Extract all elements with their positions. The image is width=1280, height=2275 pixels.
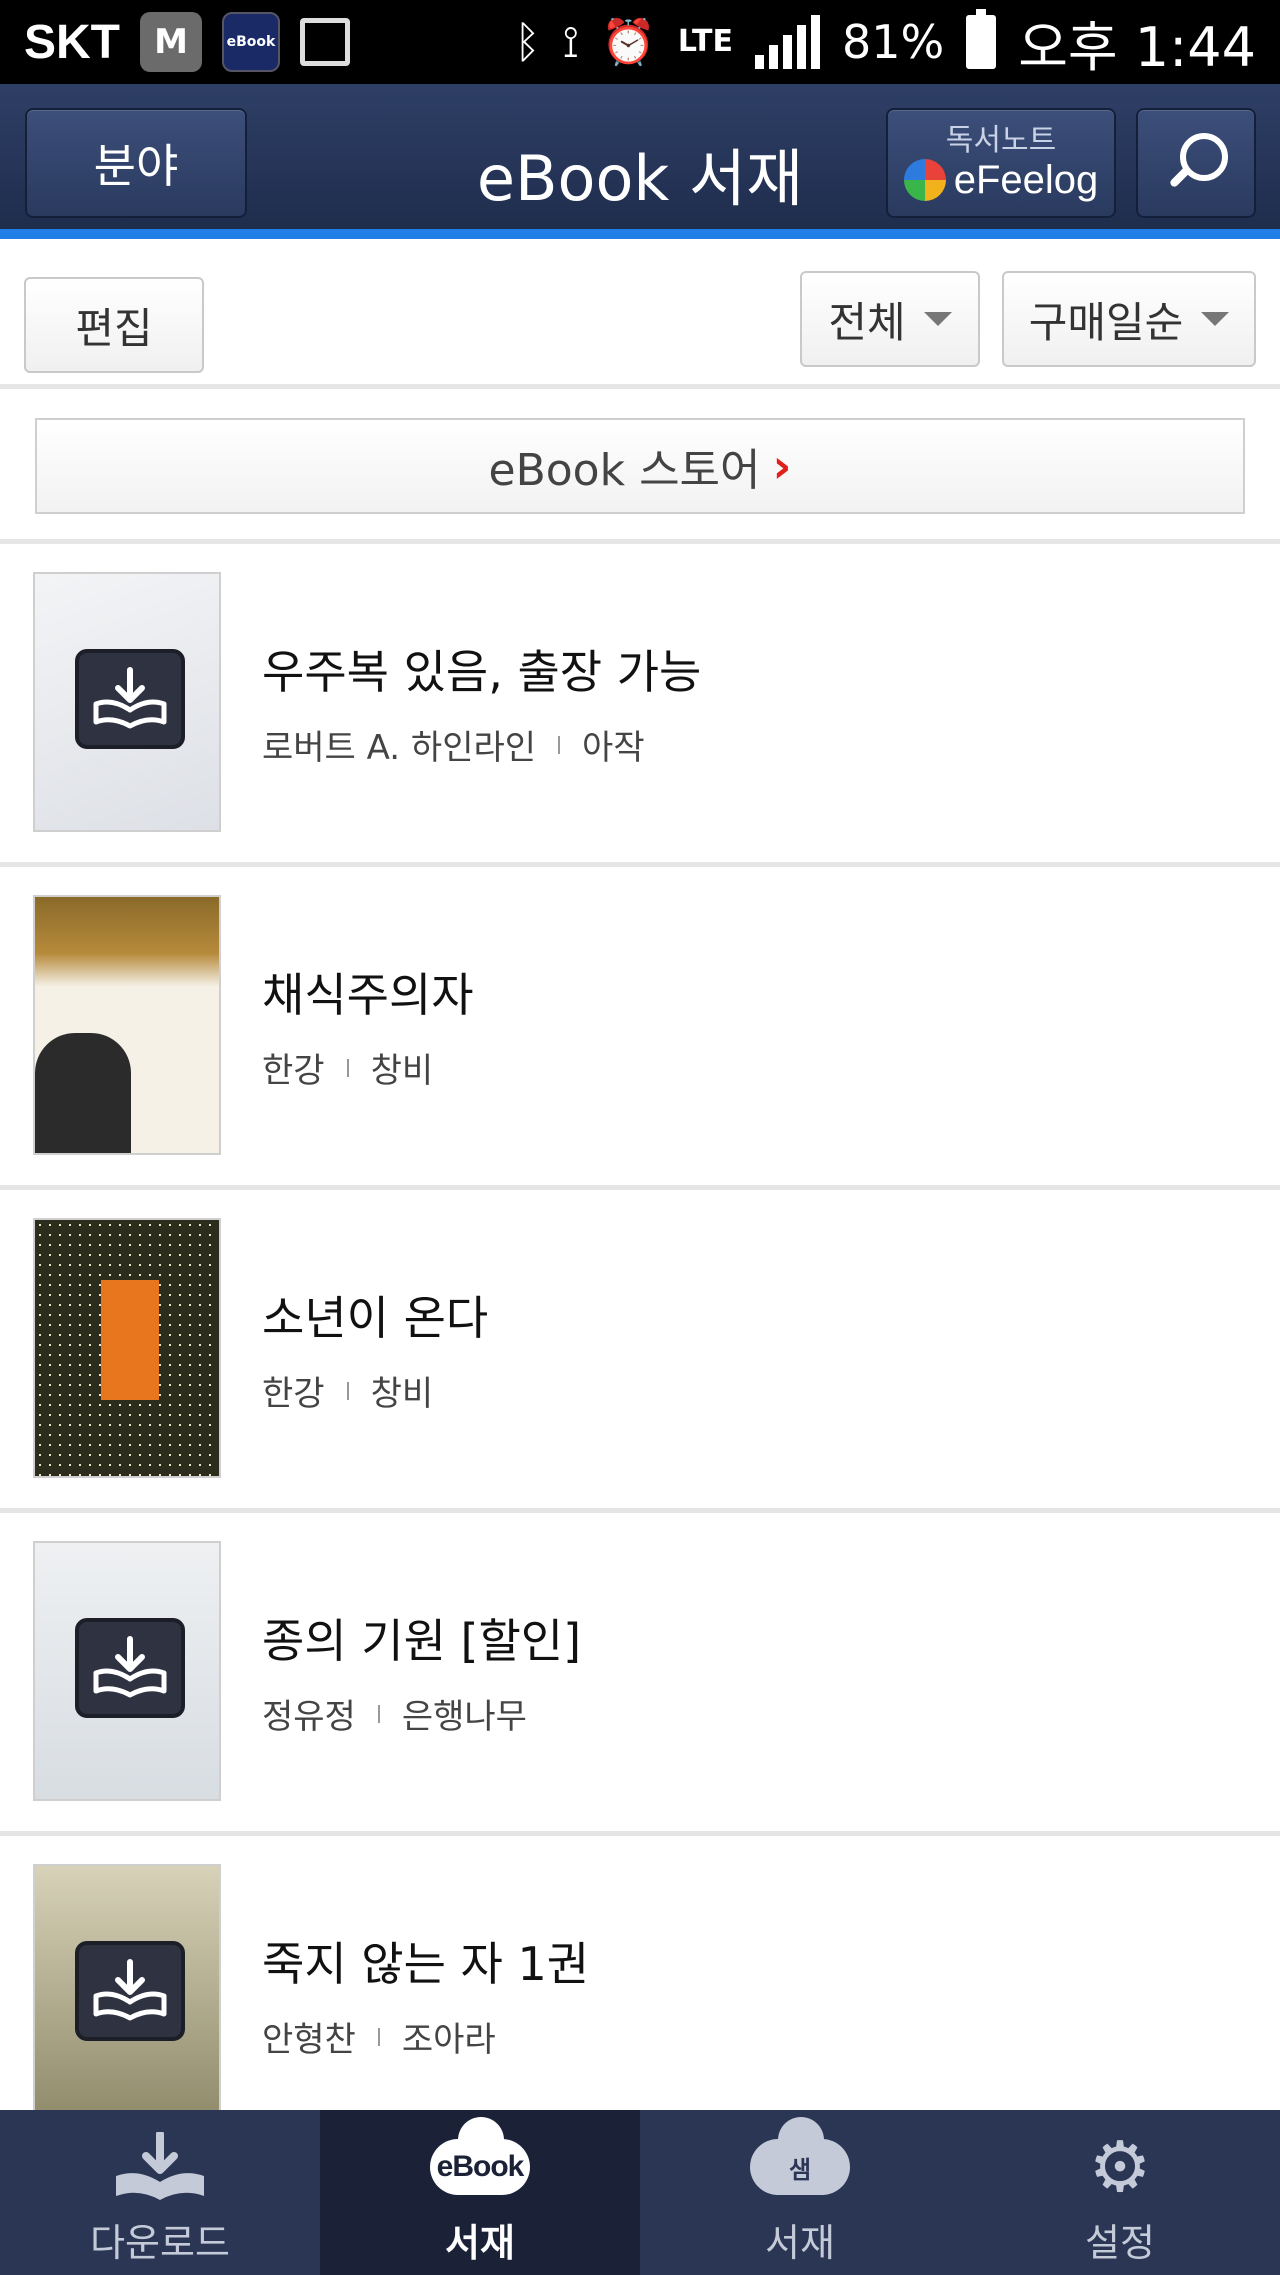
separator bbox=[346, 1058, 349, 1077]
book-publisher: 아작 bbox=[582, 728, 645, 768]
book-publisher: 은행나무 bbox=[401, 1697, 527, 1737]
book-cover bbox=[33, 895, 221, 1155]
filter-dropdown[interactable]: 전체 bbox=[800, 271, 980, 367]
book-title: 죽지 않는 자 1권 bbox=[262, 1937, 590, 1991]
download-book-icon[interactable] bbox=[75, 1941, 185, 2041]
sort-label: 구매일순 bbox=[1028, 297, 1184, 347]
book-cover bbox=[33, 1864, 221, 2124]
book-author: 한강 bbox=[262, 1374, 325, 1414]
book-row[interactable]: 소년이 온다 한강 창비 bbox=[0, 1190, 1280, 1513]
nav-sam-library[interactable]: 샘 서재 bbox=[640, 2110, 960, 2275]
efeelog-name: eFeelog bbox=[953, 157, 1099, 202]
chevron-down-icon bbox=[1201, 312, 1230, 326]
book-meta: 안형찬 조아라 bbox=[262, 2012, 496, 2061]
status-right: ᛒ ⟟ ⏰ LTE 81% 오후 1:44 bbox=[514, 3, 1256, 82]
sam-cloud-text: 샘 bbox=[788, 2155, 812, 2184]
status-bar: SKT M eBook ᛒ ⟟ ⏰ LTE 81% 오후 1:44 bbox=[0, 0, 1280, 84]
book-row[interactable]: 우주복 있음, 출장 가능 로버트 A. 하인라인 아작 bbox=[0, 544, 1280, 867]
ebook-store-button[interactable]: eBook 스토어 › bbox=[35, 418, 1245, 514]
book-row[interactable]: 종의 기원 [할인] 정유정 은행나무 bbox=[0, 1513, 1280, 1836]
separator bbox=[558, 735, 561, 754]
battery-percent: 81% bbox=[841, 15, 945, 69]
category-button[interactable]: 분야 bbox=[25, 108, 247, 218]
page-title: eBook 서재 bbox=[476, 142, 804, 215]
nav-download-label: 다운로드 bbox=[90, 2221, 230, 2265]
bottom-nav: 다운로드 eBook 서재 샘 서재 ⚙ 설정 bbox=[0, 2110, 1280, 2275]
book-meta: 한강 창비 bbox=[262, 1366, 433, 1415]
alarm-icon: ⏰ bbox=[601, 17, 656, 68]
store-banner-row: eBook 스토어 › bbox=[0, 394, 1280, 544]
efeelog-logo-icon bbox=[903, 159, 946, 201]
gallery-icon bbox=[300, 18, 350, 66]
efeelog-row: eFeelog bbox=[903, 157, 1099, 203]
book-row[interactable]: 채식주의자 한강 창비 bbox=[0, 867, 1280, 1190]
separator bbox=[377, 2027, 380, 2046]
book-list: 우주복 있음, 출장 가능 로버트 A. 하인라인 아작 채식주의자 한강 창비… bbox=[0, 544, 1280, 2159]
carrier-label: SKT bbox=[24, 15, 120, 69]
book-author: 안형찬 bbox=[262, 2020, 356, 2060]
book-meta: 한강 창비 bbox=[262, 1043, 433, 1092]
book-author: 정유정 bbox=[262, 1697, 356, 1737]
lte-icon: LTE bbox=[677, 24, 733, 59]
book-cover bbox=[33, 1541, 221, 1801]
cover-label-block bbox=[101, 1280, 159, 1400]
separator bbox=[377, 1704, 380, 1723]
bluetooth-icon: ᛒ bbox=[514, 16, 541, 68]
nav-settings-label: 설정 bbox=[1085, 2221, 1155, 2265]
nav-ebook-library-label: 서재 bbox=[445, 2221, 515, 2265]
book-author: 로버트 A. 하인라인 bbox=[262, 728, 537, 768]
ebook-cloud-text: eBook bbox=[436, 2150, 525, 2183]
efeelog-button[interactable]: 독서노트 eFeelog bbox=[886, 108, 1116, 218]
book-cover bbox=[33, 572, 221, 832]
book-publisher: 창비 bbox=[370, 1374, 434, 1414]
ebook-cloud-icon: eBook bbox=[425, 2117, 535, 2202]
toolbar: 편집 전체 구매일순 bbox=[0, 249, 1280, 389]
signal-icon bbox=[754, 15, 820, 69]
edit-button[interactable]: 편집 bbox=[24, 277, 204, 373]
separator bbox=[346, 1381, 349, 1400]
app-m-icon: M bbox=[140, 12, 202, 72]
book-title: 소년이 온다 bbox=[262, 1291, 489, 1345]
book-title: 우주복 있음, 출장 가능 bbox=[262, 645, 702, 699]
book-meta: 정유정 은행나무 bbox=[262, 1689, 527, 1738]
nav-settings[interactable]: ⚙ 설정 bbox=[960, 2110, 1280, 2275]
book-publisher: 창비 bbox=[370, 1051, 434, 1091]
gear-icon: ⚙ bbox=[1088, 2126, 1152, 2208]
battery-icon bbox=[966, 9, 997, 69]
sort-dropdown[interactable]: 구매일순 bbox=[1002, 271, 1256, 367]
book-title: 종의 기원 [할인] bbox=[262, 1614, 582, 1668]
clock: 오후 1:44 bbox=[1018, 15, 1256, 79]
nav-ebook-library[interactable]: eBook 서재 bbox=[320, 2110, 640, 2275]
chevron-right-icon: › bbox=[772, 439, 792, 493]
efeelog-caption: 독서노트 bbox=[945, 122, 1057, 158]
app-header: 분야 eBook 서재 독서노트 eFeelog bbox=[0, 84, 1280, 239]
book-title: 채식주의자 bbox=[262, 968, 474, 1022]
download-tray-icon bbox=[105, 2132, 215, 2202]
search-button[interactable] bbox=[1136, 108, 1256, 218]
store-label: eBook 스토어 bbox=[488, 445, 761, 496]
book-cover bbox=[33, 1218, 221, 1478]
author-portrait bbox=[35, 1033, 131, 1153]
chevron-down-icon bbox=[923, 312, 952, 326]
sam-cloud-icon: 샘 bbox=[745, 2117, 855, 2202]
vibrate-icon: ⟟ bbox=[562, 16, 580, 68]
status-left: SKT M eBook bbox=[24, 12, 350, 72]
book-meta: 로버트 A. 하인라인 아작 bbox=[262, 720, 645, 769]
download-book-icon[interactable] bbox=[75, 649, 185, 749]
app-ebook-icon: eBook bbox=[222, 12, 280, 72]
nav-download[interactable]: 다운로드 bbox=[0, 2110, 320, 2275]
download-book-icon[interactable] bbox=[75, 1618, 185, 1718]
search-icon bbox=[1166, 133, 1228, 193]
nav-sam-library-label: 서재 bbox=[765, 2221, 835, 2265]
book-author: 한강 bbox=[262, 1051, 325, 1091]
filter-label: 전체 bbox=[828, 297, 906, 347]
book-publisher: 조아라 bbox=[401, 2020, 496, 2060]
